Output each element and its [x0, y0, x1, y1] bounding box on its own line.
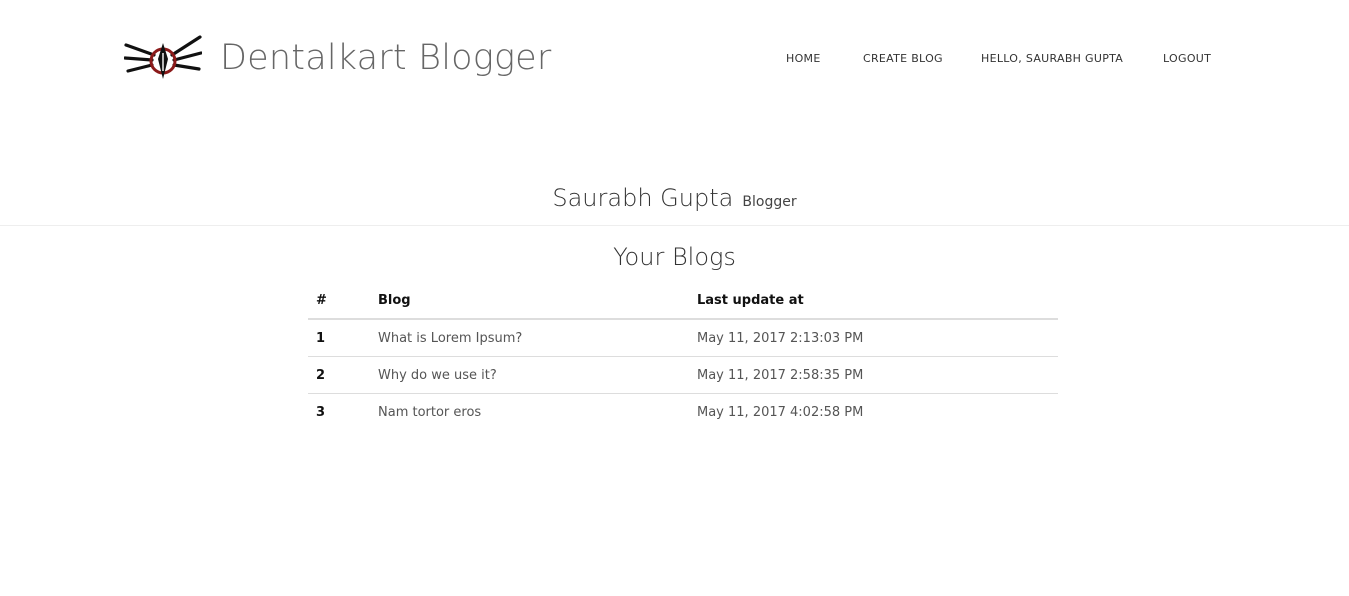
- nav-user-greeting-link[interactable]: HELLO, SAURABH GUPTA: [981, 52, 1123, 65]
- profile-role: Blogger: [742, 194, 797, 210]
- row-number: 2: [308, 356, 370, 394]
- blog-title-link[interactable]: Why do we use it?: [370, 356, 689, 394]
- section-divider: [0, 225, 1349, 226]
- table-row: 2 Why do we use it? May 11, 2017 2:58:35…: [308, 356, 1058, 394]
- column-header-number: #: [308, 283, 370, 320]
- nav-logout-link[interactable]: LOGOUT: [1163, 52, 1211, 65]
- nav-create-blog-link[interactable]: CREATE BLOG: [863, 52, 943, 65]
- your-blogs-heading: Your Blogs: [613, 243, 736, 271]
- profile-heading: Saurabh Gupta Blogger: [0, 184, 1349, 212]
- blog-title-link[interactable]: What is Lorem Ipsum?: [370, 319, 689, 357]
- row-number: 1: [316, 330, 326, 346]
- table-row: 1 What is Lorem Ipsum? May 11, 2017 2:13…: [308, 319, 1058, 357]
- row-number: 3: [308, 393, 370, 430]
- column-header-last-update: Last update at: [689, 283, 1058, 320]
- table-header-row: # Blog Last update at: [308, 283, 1058, 320]
- blog-updated-at: May 11, 2017 4:02:58 PM: [689, 393, 1058, 430]
- blog-updated-at: May 11, 2017 2:13:03 PM: [697, 330, 864, 346]
- blogs-table: # Blog Last update at 1 What is Lorem Ip…: [308, 283, 1058, 430]
- table-row: 3 Nam tortor eros May 11, 2017 4:02:58 P…: [308, 393, 1058, 430]
- blog-updated-at: May 11, 2017 2:58:35 PM: [689, 356, 1058, 394]
- column-header-blog: Blog: [370, 283, 689, 320]
- blog-title-link[interactable]: Nam tortor eros: [370, 393, 689, 430]
- site-header: Dentalkart Blogger HOME CREATE BLOG HELL…: [0, 0, 1349, 120]
- nav-home-link[interactable]: HOME: [786, 52, 821, 65]
- main-nav: HOME CREATE BLOG HELLO, SAURABH GUPTA LO…: [0, 52, 1349, 68]
- profile-name: Saurabh Gupta: [552, 184, 734, 212]
